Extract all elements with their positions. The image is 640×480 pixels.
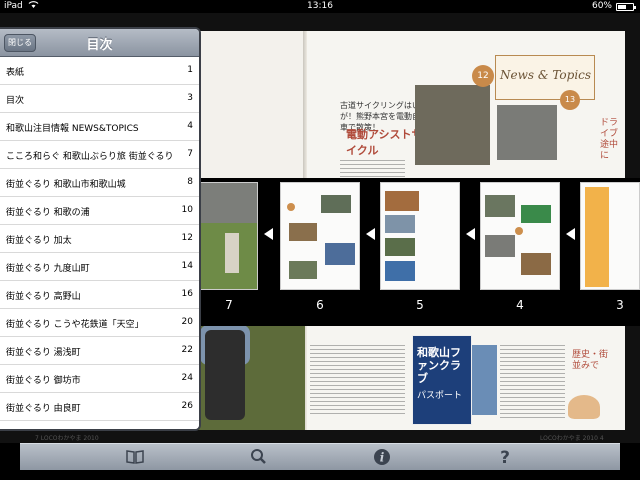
page-footer-left: 7 LOCOわかやま 2010 [35,435,99,442]
toc-header: 閉じる 目次 [0,29,199,57]
toc-item-label: 表紙 [6,68,25,78]
toc-item-page: 22 [181,345,193,355]
toc-item[interactable]: 目次 3 [0,85,199,113]
page-thumbnail[interactable] [200,182,258,290]
toc-item-label: 街並ぐるり 高野山 [6,292,81,302]
toc-item-label: 街並ぐるり 由良町 [6,404,81,414]
chevron-left-icon [466,228,475,240]
svg-text:?: ? [500,448,510,467]
toc-item[interactable]: 街並ぐるり 由良町 26 [0,393,199,421]
brochure-image: 和歌山ファンクラブ パスポート [412,335,472,425]
chevron-left-icon [264,228,273,240]
page-thumbnail[interactable] [480,182,560,290]
toc-item-page: 7 [187,149,193,159]
page-number: 7 [225,298,233,312]
toc-popover: 閉じる 目次 表紙 1 目次 3 和歌山注目情報 NEWS&TOPICS 4 こころ和らぐ … [0,27,201,431]
toc-list[interactable]: 表紙 1 目次 3 和歌山注目情報 NEWS&TOPICS 4 こころ和らぐ 和歌山ぶらり旅… [0,57,199,431]
photo-building [497,105,557,160]
text-block [500,345,565,420]
page-badge: 12 [472,65,494,87]
battery-level [618,5,627,9]
chevron-left-icon [366,228,375,240]
photo-street [415,85,490,165]
search-icon[interactable] [248,447,270,467]
screen-bottom-edge [0,470,640,480]
page-number: 5 [416,298,424,312]
toc-item[interactable]: 街並ぐるり 御坊市 24 [0,365,199,393]
toc-item[interactable]: こころ和らぐ 和歌山ぶらり旅 街並ぐるり 7 [0,141,199,169]
toc-item-label: 街並ぐるり 田辺市 [6,429,81,431]
toc-item-page: 28 [182,429,193,431]
page-thumbnail[interactable] [280,182,360,290]
ipad-screen: iPad 13:16 60% 古道サイクリングはいかが！熊野本宮を電動自転車で散… [0,0,640,480]
info-icon[interactable]: i [371,447,393,467]
toc-item[interactable]: 街並ぐるり 和歌の浦 10 [0,197,199,225]
status-bar: iPad 13:16 60% [0,0,640,13]
toc-item[interactable]: 街並ぐるり 湯浅町 22 [0,337,199,365]
toc-item[interactable]: 街並ぐるり 高野山 16 [0,281,199,309]
side-caption: ドライブ途中に [600,118,619,161]
toc-item-page: 12 [181,233,193,243]
toc-item[interactable]: 街並ぐるり 和歌山市和歌山城 8 [0,169,199,197]
page-number: 6 [316,298,324,312]
article-subheading: 電動アシストサイクル [346,128,423,157]
toc-item[interactable]: 街並ぐるり 田辺市 28 [0,421,199,431]
toc-item-label: 街並ぐるり 九度山町 [6,264,90,274]
toc-item-page: 26 [181,401,193,411]
mascot-illustration [568,395,600,419]
book-icon[interactable] [124,447,146,467]
page-number: 3 [616,298,624,312]
toc-item-label: 街並ぐるり 和歌山市和歌山城 [6,180,126,190]
page-number: 4 [516,298,524,312]
toc-item[interactable]: 街並ぐるり 九度山町 14 [0,253,199,281]
page-thumbnail[interactable] [580,182,640,290]
svg-text:i: i [380,451,385,465]
toc-item-label: 街並ぐるり 御坊市 [6,376,81,386]
battery-icon [616,3,636,11]
brochure-subtitle: パスポート [417,391,463,401]
toc-item-label: 和歌山注目情報 NEWS&TOPICS [6,124,139,134]
photo-person [205,330,245,420]
toc-item-page: 24 [181,373,193,383]
toc-item[interactable]: 街並ぐるり こうや花鉄道「天空」 20 [0,309,199,337]
photo-lake [472,345,497,415]
banner-title: News & Topics [500,68,592,82]
page-badge: 13 [560,90,580,110]
toc-item-page: 1 [187,65,193,75]
help-icon[interactable]: ? [494,447,516,467]
toc-item-label: 街並ぐるり 湯浅町 [6,348,81,358]
toc-item-label: 街並ぐるり 和歌の浦 [6,208,90,218]
text-block [310,345,405,415]
toc-item-page: 20 [181,317,193,327]
brochure-title: 和歌山ファンクラブ [417,346,461,385]
news-topics-banner: News & Topics [495,55,595,100]
toc-item-page: 14 [181,261,193,271]
toc-item-label: 街並ぐるり 加太 [6,236,72,246]
toc-item-label: 街並ぐるり こうや花鉄道「天空」 [6,320,144,330]
toc-item-label: こころ和らぐ 和歌山ぶらり旅 街並ぐるり [6,152,174,162]
page-filmstrip[interactable]: 7 6 5 4 3 [200,178,640,326]
bottom-toolbar: i ? [20,443,620,470]
side-caption: 歴史・街並みで [572,350,609,371]
toc-item-page: 3 [187,93,193,103]
toc-item-label: 目次 [6,96,25,106]
battery-percent: 60% [591,1,612,11]
toc-item-page: 10 [181,205,193,215]
chevron-left-icon [566,228,575,240]
toc-item[interactable]: 街並ぐるり 加太 12 [0,225,199,253]
clock: 13:16 [307,1,333,11]
toc-item[interactable]: 表紙 1 [0,57,199,85]
toc-item[interactable]: 和歌山注目情報 NEWS&TOPICS 4 [0,113,199,141]
page-thumbnail[interactable] [380,182,460,290]
toc-item-page: 16 [181,289,193,299]
toc-item-page: 8 [187,177,193,187]
page-footer-right: LOCOわかやま 2010 4 [540,435,604,442]
toc-item-page: 4 [187,121,193,131]
toc-title: 目次 [86,38,113,53]
